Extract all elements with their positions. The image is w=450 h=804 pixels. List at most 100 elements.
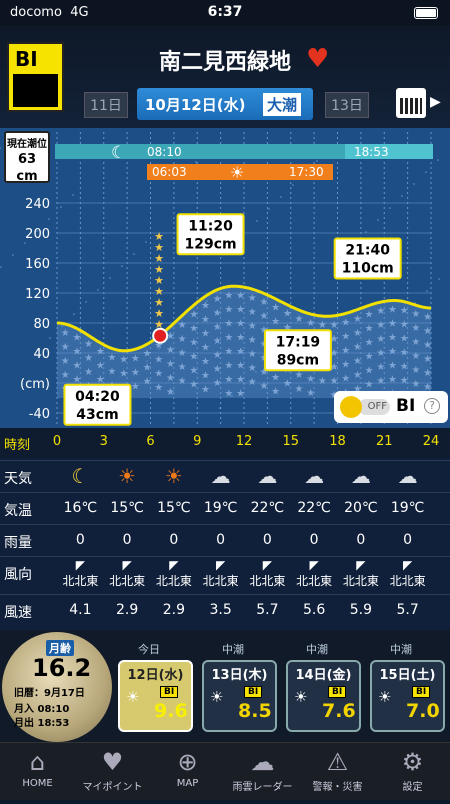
bi-toggle[interactable]: OFF BI ? bbox=[334, 391, 448, 423]
battery-icon bbox=[414, 7, 438, 19]
temperature-value: 22℃ bbox=[297, 500, 331, 516]
forecast-tide-type: 中潮 bbox=[390, 643, 412, 656]
cloud-icon: ☁ bbox=[257, 464, 278, 488]
bi-star: ★ bbox=[189, 380, 198, 391]
tab-rain-cloud[interactable]: ☁ 雨雲レーダー bbox=[225, 746, 300, 804]
favorite-heart-icon[interactable]: ♥ bbox=[306, 44, 329, 74]
bi-star: ★ bbox=[224, 291, 233, 302]
help-icon[interactable]: ? bbox=[424, 398, 440, 414]
calendar-icon[interactable] bbox=[396, 88, 426, 118]
bi-star: ★ bbox=[400, 376, 409, 387]
bg-star bbox=[12, 254, 14, 256]
tab-heart[interactable]: ♥ マイポイント bbox=[75, 746, 150, 804]
bi-star: ★ bbox=[341, 332, 350, 343]
bi-star: ★ bbox=[178, 348, 187, 359]
bi-star: ★ bbox=[119, 355, 128, 366]
bi-star: ★ bbox=[376, 348, 385, 359]
tab-warning[interactable]: ⚠ 警報・災害 bbox=[300, 746, 375, 804]
bi-star: ★ bbox=[365, 324, 374, 335]
y-tick-label: -40 bbox=[29, 407, 50, 422]
bi-star: ★ bbox=[423, 354, 432, 365]
bi-star: ★ bbox=[236, 347, 245, 358]
prev-day-button[interactable]: 11日 bbox=[84, 92, 128, 118]
tide-extreme-value: 129cm bbox=[184, 236, 236, 252]
tab-gear[interactable]: ⚙ 設定 bbox=[375, 746, 450, 804]
bi-star: ★ bbox=[248, 293, 257, 304]
wind-arrow-icon: ◤ bbox=[169, 558, 179, 572]
bi-star: ★ bbox=[224, 333, 233, 344]
bi-star: ★ bbox=[400, 334, 409, 345]
bi-star: ★ bbox=[423, 326, 432, 337]
forecast-tide-type: 今日 bbox=[138, 643, 160, 656]
bi-star: ★ bbox=[131, 353, 140, 364]
bi-star: ★ bbox=[388, 333, 397, 344]
bi-star: ★ bbox=[84, 353, 93, 364]
temperature-value: 16℃ bbox=[63, 500, 98, 516]
tide-extreme-time: 21:40 bbox=[345, 243, 390, 259]
bi-star: ★ bbox=[353, 328, 362, 339]
tide-extreme-time: 04:20 bbox=[75, 389, 120, 405]
bi-star: ★ bbox=[376, 306, 385, 317]
forecast-tide-type: 中潮 bbox=[306, 643, 328, 656]
crosshair-icon: ⊕ bbox=[177, 748, 198, 776]
weather-icon: ☀ bbox=[126, 688, 140, 706]
tab-home[interactable]: ⌂ HOME bbox=[0, 746, 75, 804]
bi-star: ★ bbox=[411, 309, 420, 320]
bi-star: ★ bbox=[236, 389, 245, 400]
bi-star: ★ bbox=[213, 294, 222, 305]
bi-star: ★ bbox=[119, 369, 128, 380]
hours-label: 時刻 bbox=[4, 438, 31, 453]
sun-icon: ☀ bbox=[230, 163, 244, 182]
bi-star: ★ bbox=[341, 318, 350, 329]
bi-star: ★ bbox=[72, 360, 81, 371]
wind-direction: ◤ 北北東 bbox=[386, 558, 430, 589]
bi-star: ★ bbox=[400, 306, 409, 317]
sunrise-label: 06:03 bbox=[152, 165, 187, 179]
bi-star: ★ bbox=[131, 367, 140, 378]
toggle-knob[interactable] bbox=[340, 396, 362, 418]
bi-star: ★ bbox=[248, 349, 257, 360]
bi-star: ★ bbox=[283, 309, 292, 320]
bi-star: ★ bbox=[306, 374, 315, 385]
row-label: 雨量 bbox=[4, 535, 32, 551]
bi-star: ★ bbox=[154, 383, 163, 394]
wind-arrow-icon: ◤ bbox=[122, 558, 132, 572]
bg-star bbox=[316, 160, 318, 162]
next-day-button[interactable]: 13日 bbox=[325, 92, 369, 118]
bi-star: ★ bbox=[201, 315, 210, 326]
tide-extreme-value: 43cm bbox=[76, 407, 118, 423]
bi-star: ★ bbox=[306, 318, 315, 329]
y-tick-label: 120 bbox=[25, 287, 50, 302]
chevron-right-icon[interactable]: ▶ bbox=[430, 94, 441, 110]
bi-star: ★ bbox=[388, 319, 397, 330]
bi-star: ★ bbox=[154, 355, 163, 366]
wind-arrow-icon: ◤ bbox=[75, 558, 85, 572]
temperature-value: 22℃ bbox=[250, 500, 285, 516]
bi-star: ★ bbox=[236, 375, 245, 386]
forecast-date: 12日(水) bbox=[127, 668, 184, 683]
wind-speed-value: 5.9 bbox=[349, 602, 372, 618]
bi-star: ★ bbox=[143, 362, 152, 373]
bi-star: ★ bbox=[201, 343, 210, 354]
tab-label: マイポイント bbox=[82, 782, 143, 793]
bi-star: ★ bbox=[306, 388, 315, 399]
tide-type-badge: 大潮 bbox=[263, 93, 302, 116]
bi-star: ★ bbox=[365, 380, 374, 391]
tide-chart-svg: 08:10 18:53 ☾ 06:03 17:30 ☀ 240 200 160 120 80 40 (c… bbox=[0, 132, 440, 426]
moon-icon: ☾ bbox=[71, 464, 90, 488]
forecast-card[interactable]: 12日(水) ☀ BI 9.6 bbox=[118, 660, 193, 732]
bg-star bbox=[413, 183, 415, 185]
bi-star: ★ bbox=[236, 361, 245, 372]
bi-star: ★ bbox=[201, 357, 210, 368]
hour-label: 15 bbox=[282, 434, 300, 449]
forecast-card[interactable]: 13日(木) ☀ BI 8.5 bbox=[202, 660, 277, 732]
bg-star bbox=[133, 253, 135, 255]
row-label: 気温 bbox=[4, 503, 32, 519]
cloud-icon: ☁ bbox=[304, 464, 325, 488]
tab-crosshair[interactable]: ⊕ MAP bbox=[150, 746, 225, 804]
bi-star: ★ bbox=[400, 362, 409, 373]
forecast-card[interactable]: 15日(土) ☀ BI 7.0 bbox=[370, 660, 445, 732]
bi-star: ★ bbox=[411, 365, 420, 376]
forecast-card[interactable]: 14日(金) ☀ BI 7.6 bbox=[286, 660, 361, 732]
y-tick-label: 240 bbox=[25, 197, 50, 212]
